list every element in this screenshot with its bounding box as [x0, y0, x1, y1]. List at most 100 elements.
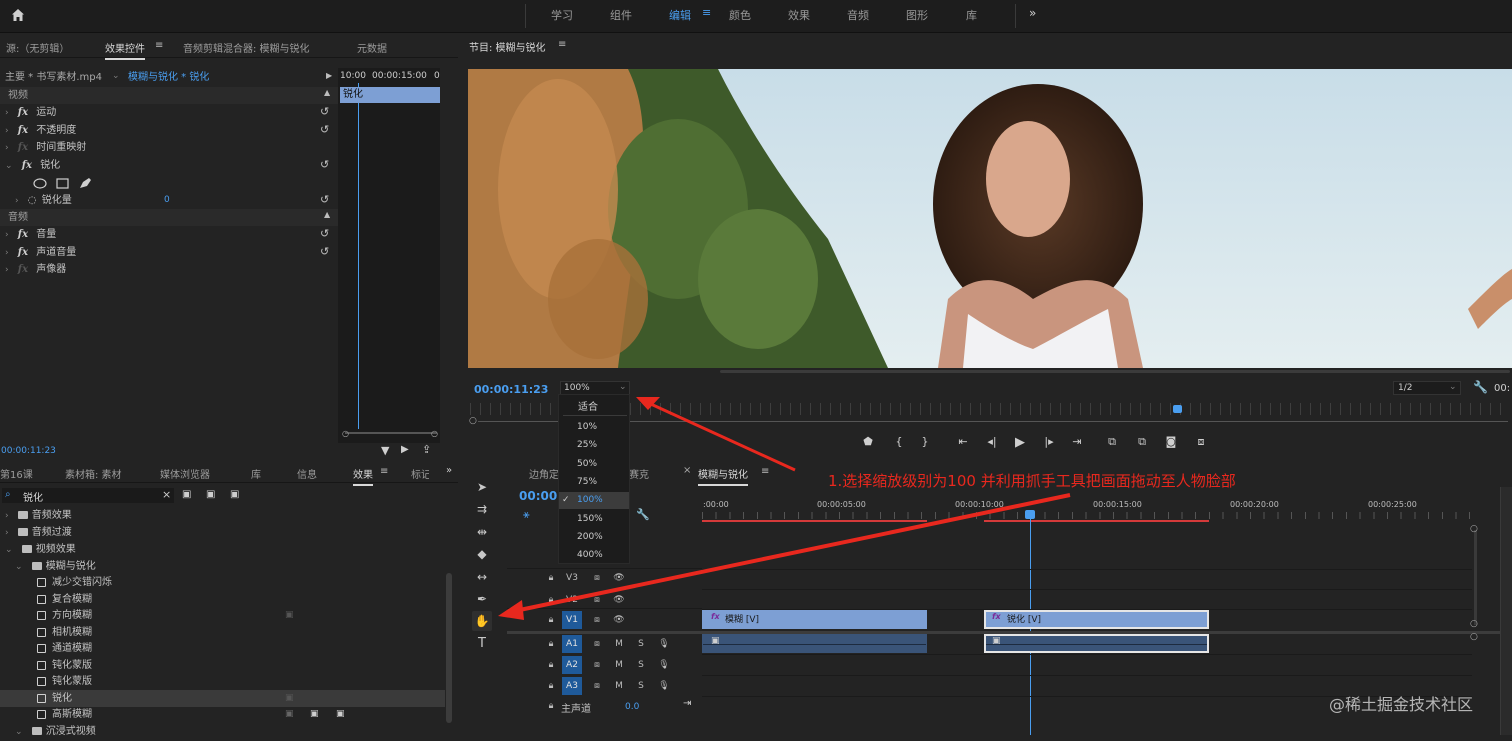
- effect-opacity[interactable]: 不透明度: [36, 125, 76, 136]
- ellipse-mask-icon[interactable]: [33, 178, 47, 189]
- tab-info[interactable]: 信息: [297, 466, 317, 481]
- tree-item[interactable]: 高斯模糊: [52, 709, 92, 720]
- fx-icon[interactable]: fx: [18, 247, 28, 258]
- sharpen-amount-value[interactable]: 0: [164, 195, 170, 205]
- zoom-option-25[interactable]: 25%: [577, 440, 597, 450]
- expand-chevron-icon[interactable]: ›: [5, 143, 9, 153]
- tab-bin[interactable]: 素材箱: 素材: [65, 466, 122, 481]
- tab-metadata[interactable]: 元数据: [357, 40, 387, 55]
- more-workspaces-button[interactable]: »: [1029, 6, 1036, 20]
- scroll-handle-icon[interactable]: ○: [431, 429, 438, 438]
- lock-icon[interactable]: 🔒︎: [544, 658, 558, 672]
- collapse-chevron-icon[interactable]: ⌄: [15, 727, 23, 737]
- tab-project[interactable]: 第16课: [0, 466, 33, 481]
- lock-icon[interactable]: 🔒︎: [544, 637, 558, 651]
- tree-item[interactable]: 钝化蒙版: [52, 660, 92, 671]
- zoom-option-100[interactable]: 100%: [577, 495, 603, 505]
- collapse-up-icon[interactable]: ▲: [324, 88, 330, 97]
- track-label-a3[interactable]: A3: [562, 677, 582, 695]
- tree-item[interactable]: 钝化蒙版: [52, 676, 92, 687]
- tree-item[interactable]: 方向模糊: [52, 610, 92, 621]
- fx-icon[interactable]: fx: [18, 142, 28, 153]
- expand-chevron-icon[interactable]: ›: [5, 511, 9, 521]
- timeline-wrench-icon[interactable]: 🔧: [636, 508, 650, 521]
- zoom-level-select[interactable]: 100% ⌄: [560, 381, 630, 395]
- razor-tool-icon[interactable]: ◆: [474, 546, 490, 562]
- scroll-handle-icon[interactable]: ○: [342, 429, 349, 438]
- wrench-icon[interactable]: 🔧: [1473, 380, 1488, 394]
- track-label-a2[interactable]: A2: [562, 656, 582, 674]
- comparison-view-icon[interactable]: ⧈: [1193, 435, 1209, 449]
- eye-icon[interactable]: 👁︎: [612, 593, 626, 607]
- eye-icon[interactable]: 👁︎: [612, 613, 626, 627]
- tree-item[interactable]: 相机模糊: [52, 627, 92, 638]
- clear-search-icon[interactable]: ×: [162, 488, 171, 501]
- add-marker-icon[interactable]: ⬟: [860, 435, 876, 448]
- hand-tool-icon[interactable]: ✋: [474, 613, 490, 629]
- track-label-v2[interactable]: V2: [565, 593, 579, 607]
- track-label-v1[interactable]: V1: [562, 611, 582, 629]
- reset-icon[interactable]: ↺: [320, 227, 329, 240]
- zoom-option-200[interactable]: 200%: [577, 532, 603, 542]
- go-to-out-icon[interactable]: ⇥: [1069, 435, 1085, 448]
- step-forward-icon[interactable]: |▸: [1041, 435, 1057, 448]
- mute-button[interactable]: M: [612, 658, 626, 672]
- expand-chevron-icon[interactable]: ›: [5, 265, 9, 275]
- workspace-editing[interactable]: 编辑: [669, 7, 691, 23]
- lock-icon[interactable]: 🔒︎: [544, 679, 558, 693]
- fx-icon[interactable]: fx: [18, 125, 28, 136]
- program-zoom-bar[interactable]: [478, 421, 1508, 422]
- effect-mini-timeline[interactable]: [338, 68, 440, 443]
- tab-sequence-2[interactable]: 赛克: [629, 466, 649, 481]
- sync-lock-icon[interactable]: ⧈: [590, 637, 604, 651]
- tab-sequence-active[interactable]: 模糊与锐化: [698, 466, 748, 486]
- mark-out-icon[interactable]: }: [917, 435, 933, 448]
- tree-blur-sharpen[interactable]: 模糊与锐化: [46, 561, 96, 572]
- workspace-color[interactable]: 颜色: [729, 7, 751, 23]
- export-frame-icon[interactable]: ⇪: [422, 443, 431, 456]
- reset-icon[interactable]: ↺: [320, 193, 329, 206]
- mini-clip[interactable]: 锐化: [340, 87, 440, 103]
- search-input[interactable]: 锐化: [23, 489, 43, 504]
- ripple-edit-tool-icon[interactable]: ⇹: [474, 524, 490, 540]
- effect-sharpen[interactable]: 锐化: [40, 160, 60, 171]
- tab-menu-icon[interactable]: ≡: [761, 466, 769, 477]
- 32bit-effects-icon[interactable]: ▣: [206, 489, 215, 500]
- expand-chevron-icon[interactable]: ›: [5, 126, 9, 136]
- tab-menu-icon[interactable]: ≡: [155, 40, 163, 51]
- reset-icon[interactable]: ↺: [320, 105, 329, 118]
- eye-icon[interactable]: 👁︎: [612, 571, 626, 585]
- workspace-libraries[interactable]: 库: [966, 7, 977, 23]
- audio-clip-1[interactable]: ▣: [702, 634, 927, 653]
- workspace-audio[interactable]: 音频: [847, 7, 869, 23]
- tab-effects[interactable]: 效果: [353, 466, 373, 486]
- type-tool-icon[interactable]: T: [474, 636, 490, 652]
- fx-icon[interactable]: fx: [18, 264, 28, 275]
- mark-in-icon[interactable]: {: [891, 435, 907, 448]
- tree-item-sharpen[interactable]: 锐化: [52, 693, 72, 704]
- tree-audio-transitions[interactable]: 音频过渡: [32, 527, 72, 538]
- workspace-menu-icon[interactable]: ≡: [702, 6, 711, 19]
- tab-sequence-1[interactable]: 边角定: [529, 466, 559, 481]
- master-volume-value[interactable]: 0.0: [625, 702, 639, 712]
- pen-tool-icon[interactable]: ✒: [474, 591, 490, 607]
- timeline-ruler[interactable]: [702, 512, 1472, 519]
- expand-chevron-icon[interactable]: ›: [5, 248, 9, 258]
- program-timecode[interactable]: 00:00:11:23: [474, 383, 548, 396]
- collapse-chevron-icon[interactable]: ⌄: [5, 545, 13, 555]
- sync-lock-icon[interactable]: ⧈: [590, 571, 604, 585]
- reset-icon[interactable]: ↺: [320, 158, 329, 171]
- home-icon[interactable]: [11, 8, 25, 22]
- sync-lock-icon[interactable]: ⧈: [590, 658, 604, 672]
- mini-zoom-scrollbar[interactable]: [345, 432, 437, 434]
- panel-menu-icon[interactable]: ≡: [558, 39, 566, 50]
- close-tab-icon[interactable]: ×: [683, 465, 691, 476]
- mic-icon[interactable]: 🎙︎: [657, 637, 671, 651]
- go-to-in-icon[interactable]: ⇤: [955, 435, 971, 448]
- program-playhead[interactable]: [1173, 405, 1182, 413]
- sync-lock-icon[interactable]: ⧈: [590, 679, 604, 693]
- chevron-down-icon[interactable]: ⌄: [112, 71, 120, 81]
- mic-icon[interactable]: 🎙︎: [657, 679, 671, 693]
- video-clip-blur[interactable]: fx 模糊 [V]: [702, 610, 927, 629]
- play-only-audio-icon[interactable]: ▶: [326, 71, 332, 80]
